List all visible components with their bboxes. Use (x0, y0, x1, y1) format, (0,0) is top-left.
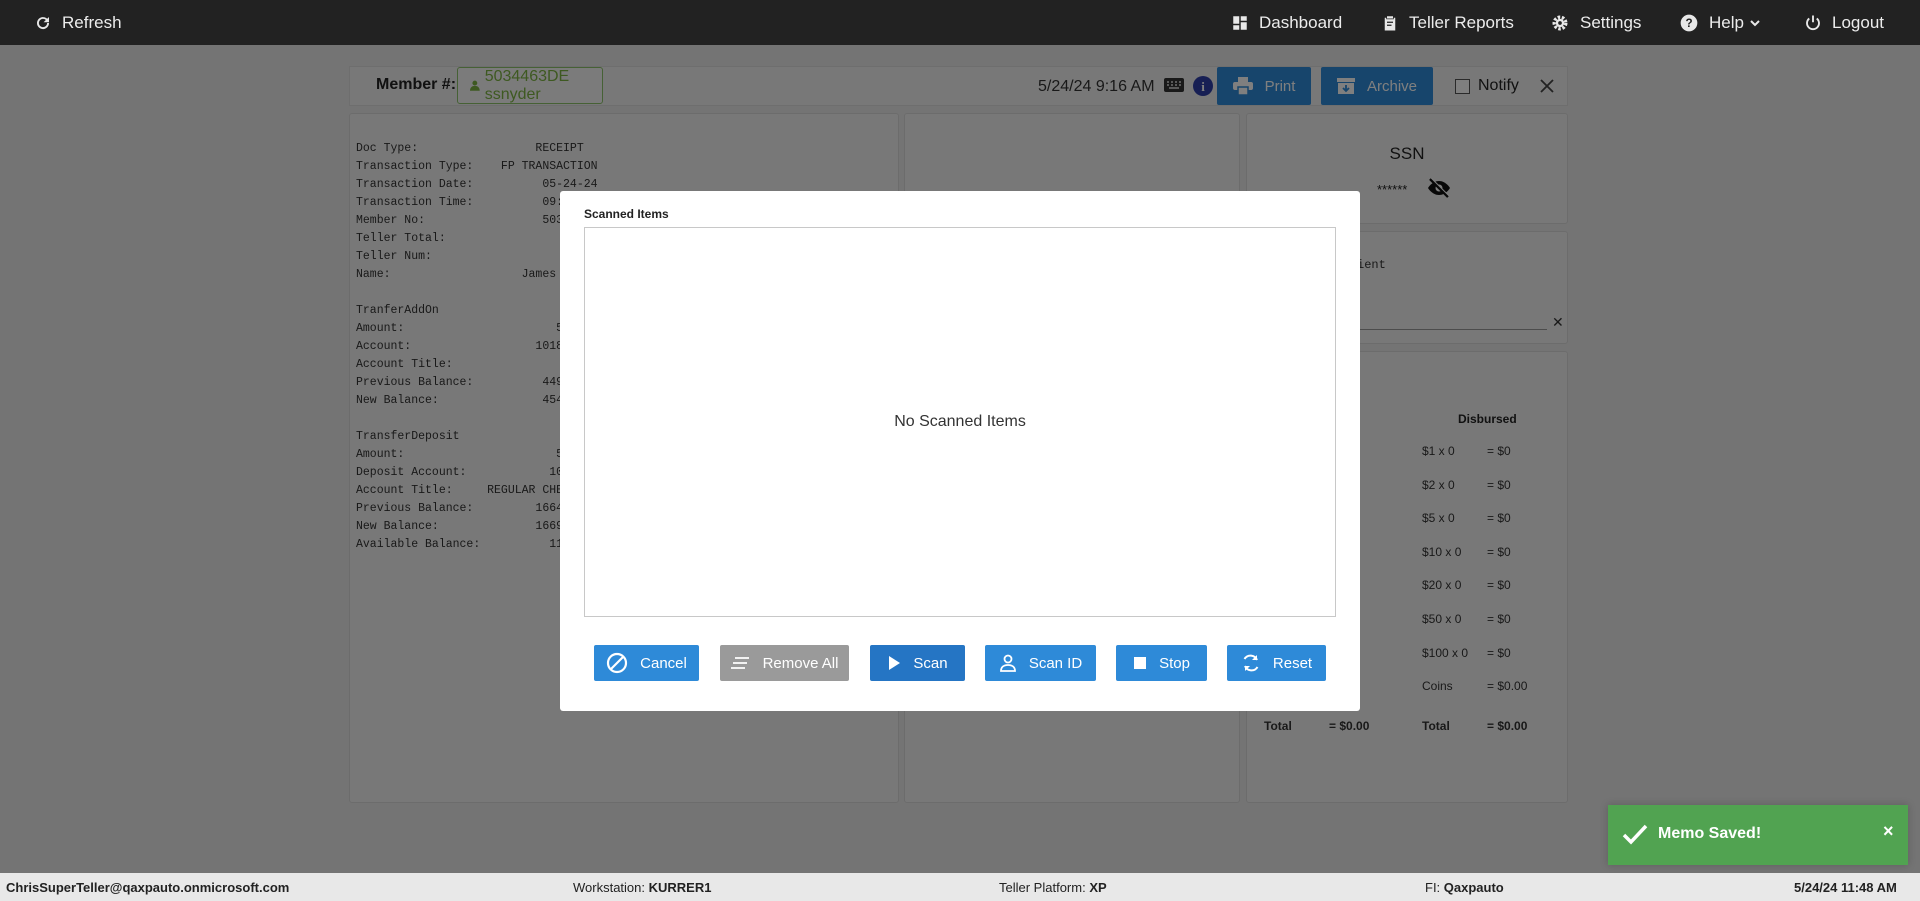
workstation-label: Workstation: (573, 880, 649, 895)
refresh-button[interactable]: Refresh (34, 0, 122, 45)
settings-link[interactable]: Settings (1550, 0, 1641, 45)
toast-close-button[interactable]: × (1883, 821, 1894, 842)
refresh-label: Refresh (62, 12, 122, 32)
status-workstation: Workstation: KURRER1 (573, 880, 711, 895)
gear-icon (1552, 15, 1568, 30)
stop-icon (1134, 657, 1147, 669)
modal-title: Scanned Items (584, 207, 669, 221)
dashboard-icon (1233, 15, 1247, 30)
dashboard-label: Dashboard (1259, 12, 1343, 32)
logout-label: Logout (1832, 12, 1884, 32)
scan-id-label: Scan ID (1028, 654, 1083, 672)
stop-label: Stop (1159, 654, 1190, 672)
sync-icon (1243, 654, 1259, 672)
fi-label: FI: (1425, 880, 1444, 895)
user-outline-icon (999, 654, 1016, 672)
platform-label: Teller Platform: (999, 880, 1090, 895)
help-label: Help (1709, 12, 1744, 32)
workstation-value: KURRER1 (648, 880, 712, 895)
settings-label: Settings (1580, 12, 1642, 32)
check-icon (1622, 824, 1648, 845)
chevron-down-icon (1750, 19, 1760, 26)
scanned-items-modal: Scanned Items No Scanned Items Cancel Re… (560, 191, 1360, 711)
ban-icon (607, 652, 628, 674)
scan-id-button[interactable]: Scan ID (985, 645, 1096, 681)
power-icon (1806, 15, 1820, 30)
help-menu[interactable]: ? Help (1679, 0, 1761, 45)
svg-text:?: ? (1685, 17, 1692, 30)
scanned-items-list: No Scanned Items (584, 227, 1336, 617)
toast-message: Memo Saved! (1658, 825, 1762, 842)
fi-value: Qaxpauto (1443, 880, 1504, 895)
scan-label: Scan (913, 654, 948, 672)
clipboard-icon (1384, 15, 1396, 30)
remove-all-button[interactable]: Remove All (720, 645, 849, 681)
reset-button[interactable]: Reset (1227, 645, 1326, 681)
top-nav: Refresh Dashboard Teller Reports Setting… (0, 0, 1920, 45)
reset-label: Reset (1272, 654, 1313, 672)
scan-button[interactable]: Scan (870, 645, 965, 681)
remove-all-label: Remove All (762, 654, 839, 672)
platform-value: XP (1089, 880, 1107, 895)
status-bar: ChrisSuperTeller@qaxpauto.onmicrosoft.co… (0, 873, 1920, 901)
teller-reports-link[interactable]: Teller Reports (1381, 0, 1514, 45)
clear-all-icon (730, 657, 749, 669)
status-datetime: 5/24/24 11:48 AM (1794, 880, 1897, 895)
status-user: ChrisSuperTeller@qaxpauto.onmicrosoft.co… (6, 880, 290, 895)
teller-reports-label: Teller Reports (1409, 12, 1514, 32)
toast-notification: Memo Saved! × (1608, 805, 1908, 865)
cancel-label: Cancel (640, 654, 687, 672)
stop-button[interactable]: Stop (1116, 645, 1207, 681)
dashboard-link[interactable]: Dashboard (1231, 0, 1342, 45)
play-icon (889, 656, 901, 670)
empty-message: No Scanned Items (894, 413, 1026, 430)
status-platform: Teller Platform: XP (999, 880, 1107, 895)
help-icon: ? (1680, 14, 1698, 31)
status-fi: FI: Qaxpauto (1425, 880, 1504, 895)
logout-link[interactable]: Logout (1804, 0, 1884, 45)
cancel-button[interactable]: Cancel (594, 645, 699, 681)
refresh-icon (37, 16, 50, 29)
